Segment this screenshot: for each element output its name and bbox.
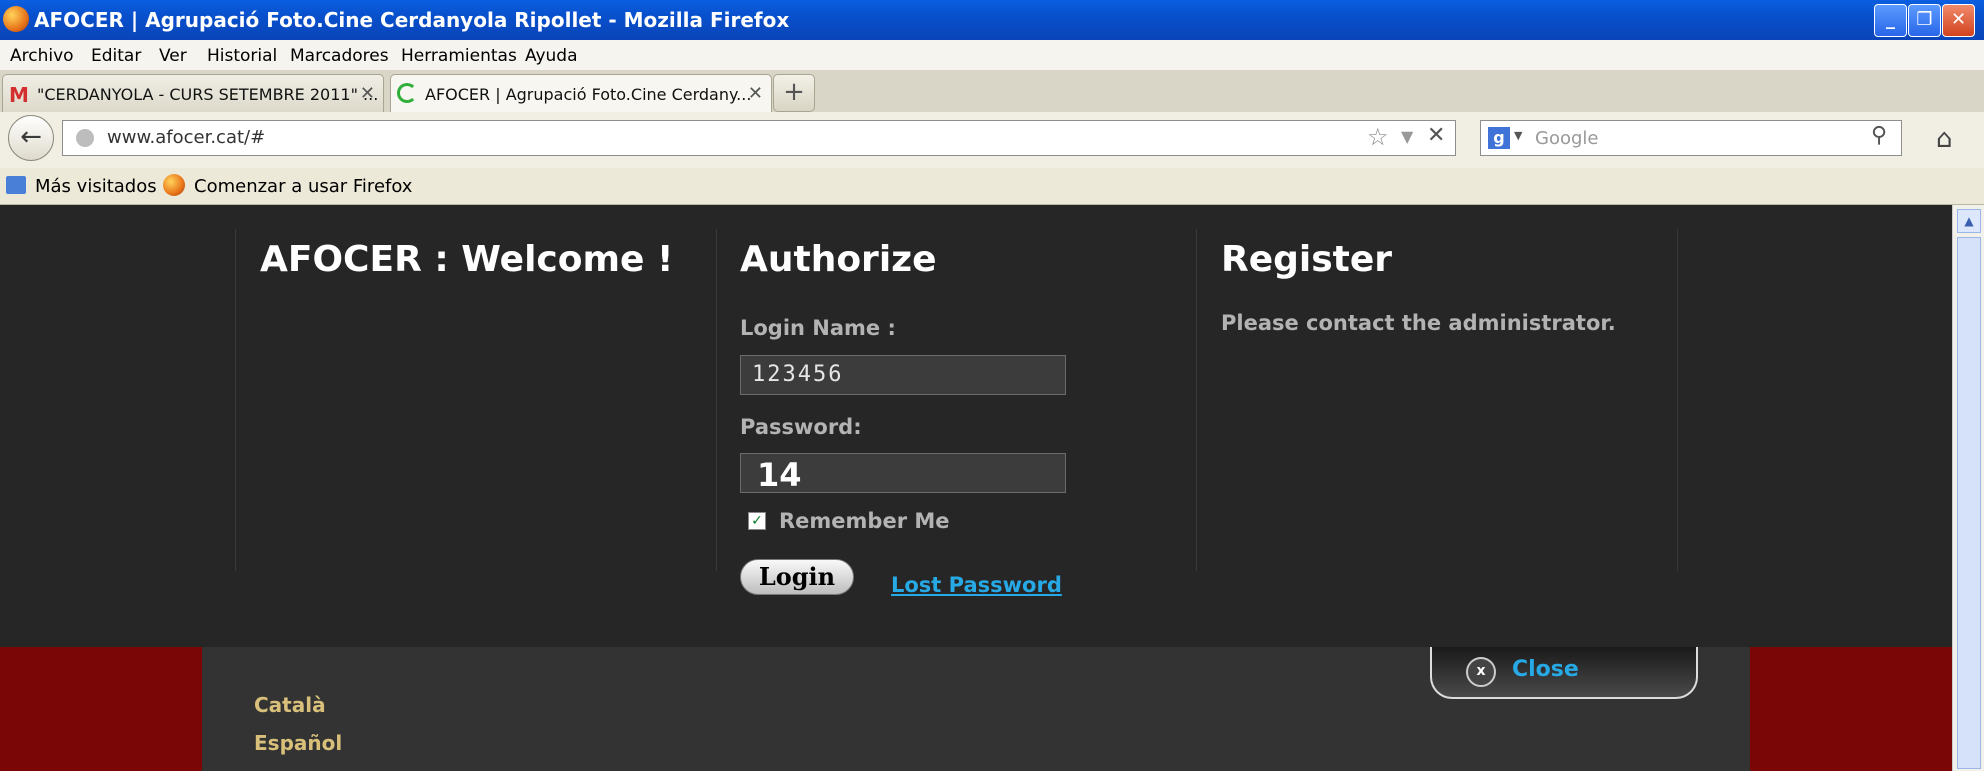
site-identity-icon[interactable] [76,129,94,147]
close-label[interactable]: Close [1512,657,1579,682]
plus-icon: + [783,77,805,107]
authorize-column: Authorize Login Name : 123456 Password: … [716,229,1197,597]
menu-marcadores[interactable]: Marcadores [290,46,389,66]
dropdown-icon[interactable]: ▼ [1401,127,1413,146]
window-title-bar: AFOCER | Agrupació Foto.Cine Cerdanyola … [0,0,1984,40]
register-column: Register Please contact the administrato… [1196,229,1678,571]
back-button[interactable]: ← [8,115,54,161]
menu-ayuda[interactable]: Ayuda [525,46,578,66]
menu-editar[interactable]: Editar [91,46,141,66]
menu-historial[interactable]: Historial [207,46,277,66]
tab-gmail[interactable]: M "CERDANYOLA - CURS SETEMBRE 2011" ... … [2,74,384,113]
bookmarks-bar: Más visitados Comenzar a usar Firefox [0,168,1984,205]
welcome-title: AFOCER : Welcome ! [260,239,674,280]
password-input[interactable]: 14 [740,453,1066,494]
password-label: Password: [740,415,862,439]
tab-afocer[interactable]: AFOCER | Agrupació Foto.Cine Cerdany... … [390,74,772,113]
language-espanol[interactable]: Español [254,731,342,755]
login-panel: AFOCER : Welcome ! Authorize Login Name … [0,205,1952,647]
remember-me-label: Remember Me [779,509,950,533]
remember-me-checkbox[interactable]: ✓ [748,512,766,530]
url-text[interactable]: www.afocer.cat/# [107,127,265,148]
bookmark-mas-visitados[interactable]: Más visitados [35,176,157,197]
stop-icon[interactable]: ✕ [1427,123,1445,148]
close-icon[interactable]: x [1466,657,1496,687]
scroll-up-icon[interactable]: ▲ [1957,209,1981,233]
firefox-icon [163,174,185,196]
language-catala[interactable]: Català [254,693,326,717]
url-bar[interactable]: www.afocer.cat/# ☆ ▼ ✕ [62,120,1456,156]
tab-close-icon[interactable]: ✕ [748,83,763,104]
tab-label: AFOCER | Agrupació Foto.Cine Cerdany... [425,85,752,104]
engine-dropdown-icon[interactable]: ▼ [1514,129,1522,142]
loading-icon [397,83,417,103]
search-placeholder[interactable]: Google [1535,128,1598,149]
welcome-column: AFOCER : Welcome ! [235,229,716,571]
window-title: AFOCER | Agrupació Foto.Cine Cerdanyola … [34,8,790,32]
tab-strip: M "CERDANYOLA - CURS SETEMBRE 2011" ... … [0,70,1984,113]
scroll-thumb[interactable] [1957,237,1981,769]
menu-archivo[interactable]: Archivo [10,46,74,66]
vertical-scrollbar[interactable]: ▲ [1952,205,1984,771]
menu-ver[interactable]: Ver [159,46,187,66]
bookmark-folder-icon [6,176,26,194]
bookmark-comenzar[interactable]: Comenzar a usar Firefox [194,176,412,197]
home-icon[interactable]: ⌂ [1936,124,1953,154]
page-content: AFOCER : Welcome ! Authorize Login Name … [0,205,1952,771]
register-title: Register [1221,239,1393,280]
register-message: Please contact the administrator. [1221,311,1616,335]
login-name-value: 123456 [752,362,844,387]
new-tab-button[interactable]: + [773,74,815,112]
authorize-title: Authorize [740,239,937,280]
tab-close-icon[interactable]: ✕ [360,83,375,104]
password-value: 14 [757,456,802,494]
login-name-input[interactable]: 123456 [740,355,1066,395]
restore-button[interactable]: ❐ [1908,4,1941,37]
menu-bar: Archivo Editar Ver Historial Marcadores … [0,40,1984,70]
close-panel-tab[interactable]: x Close [1430,647,1698,699]
search-bar[interactable]: g ▼ Google ⚲ [1480,120,1902,156]
tab-label: "CERDANYOLA - CURS SETEMBRE 2011" ... [37,85,379,104]
google-icon[interactable]: g [1488,127,1510,149]
firefox-icon [3,6,29,32]
close-button[interactable]: ✕ [1942,4,1975,37]
minimize-button[interactable]: _ [1874,4,1907,37]
login-name-label: Login Name : [740,316,896,340]
arrow-left-icon: ← [20,122,42,152]
menu-herramientas[interactable]: Herramientas [401,46,517,66]
gmail-icon: M [9,83,29,107]
login-button[interactable]: Login [740,559,854,595]
star-icon[interactable]: ☆ [1367,123,1389,151]
lost-password-link[interactable]: Lost Password [891,573,1062,597]
search-icon[interactable]: ⚲ [1871,123,1887,148]
